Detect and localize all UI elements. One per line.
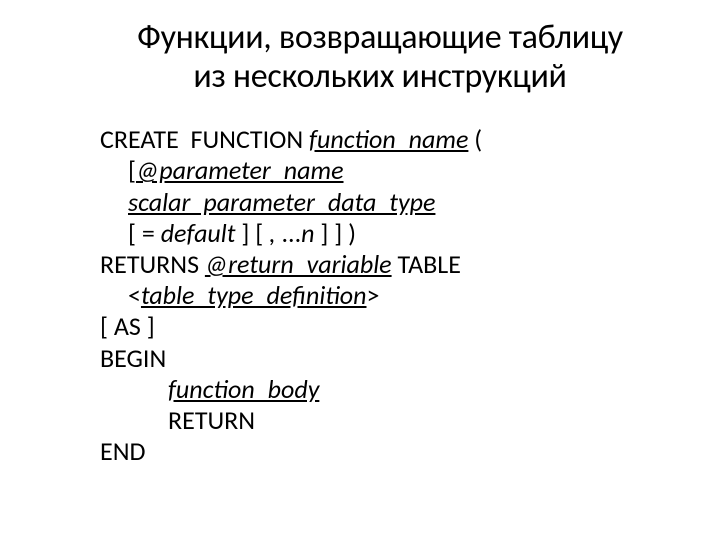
- code-line-11: END: [100, 436, 680, 467]
- code-block: CREATE FUNCTION function_name ( [@parame…: [80, 124, 680, 467]
- code-line-6: <table_type_definition>: [100, 280, 680, 311]
- code-line-10: RETURN: [100, 405, 680, 436]
- title-line-1: Функции, возвращающие таблицу: [137, 17, 623, 58]
- code-line-1: CREATE FUNCTION function_name (: [100, 124, 680, 155]
- code-line-3: scalar_parameter_data_type: [100, 187, 680, 218]
- code-line-4: [ = default ] [ , ...n ] ] ): [100, 218, 680, 249]
- code-line-9: function_body: [100, 374, 680, 405]
- code-line-2: [@parameter_name: [100, 155, 680, 186]
- title-line-2: из нескольких инструкций: [193, 56, 566, 97]
- code-line-8: BEGIN: [100, 343, 680, 374]
- code-line-5: RETURNS @return_variable TABLE: [100, 249, 680, 280]
- code-line-7: [ AS ]: [100, 311, 680, 342]
- slide-title: Функции, возвращающие таблицу из несколь…: [80, 18, 680, 96]
